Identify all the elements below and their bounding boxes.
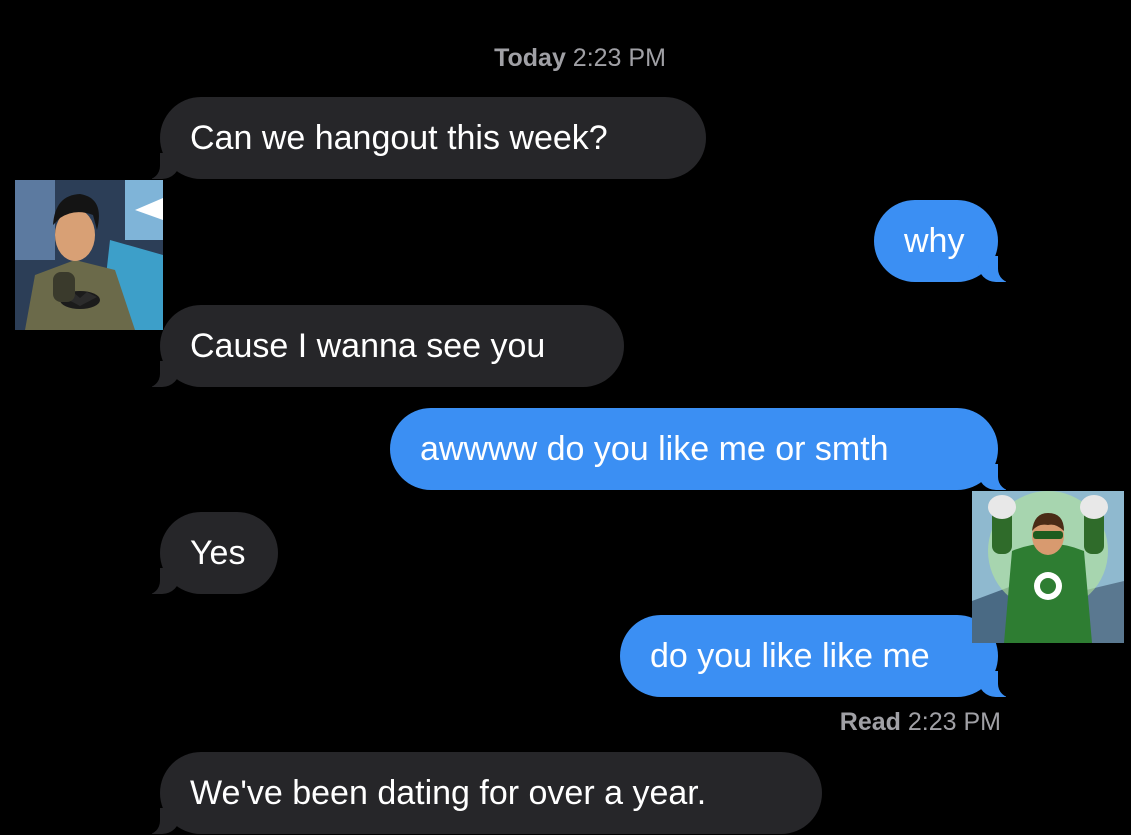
read-receipt-time: 2:23 PM — [907, 708, 1001, 736]
message-bubble-incoming[interactable]: Can we hangout this week? — [140, 97, 706, 180]
message-text: We've been dating for over a year. — [190, 774, 707, 812]
message-bubble-incoming[interactable]: We've been dating for over a year. — [140, 752, 822, 835]
message-text: why — [904, 222, 965, 260]
read-receipt-label: Read — [839, 708, 901, 736]
timestamp-day: Today — [494, 44, 566, 72]
message-bubble-outgoing[interactable]: do you like like me — [620, 615, 1018, 698]
message-bubble-outgoing[interactable]: why — [874, 200, 1018, 283]
message-text: Cause I wanna see you — [190, 327, 546, 365]
message-text: Can we hangout this week? — [190, 119, 608, 157]
message-text: awwww do you like me or smth — [420, 430, 889, 468]
message-bubble-incoming[interactable]: Cause I wanna see you — [140, 305, 624, 388]
batman-comic-avatar — [15, 180, 163, 330]
message-bubble-incoming[interactable]: Yes — [140, 512, 278, 595]
message-text: do you like like me — [650, 637, 930, 675]
green-lantern-comic-avatar — [972, 491, 1124, 643]
timestamp-time: 2:23 PM — [572, 44, 666, 72]
message-bubble-outgoing[interactable]: awwww do you like me or smth — [390, 408, 1018, 491]
read-receipt: Read 2:23 PM — [840, 708, 1001, 737]
message-text: Yes — [190, 534, 246, 572]
conversation-timestamp: Today 2:23 PM — [0, 44, 1131, 73]
